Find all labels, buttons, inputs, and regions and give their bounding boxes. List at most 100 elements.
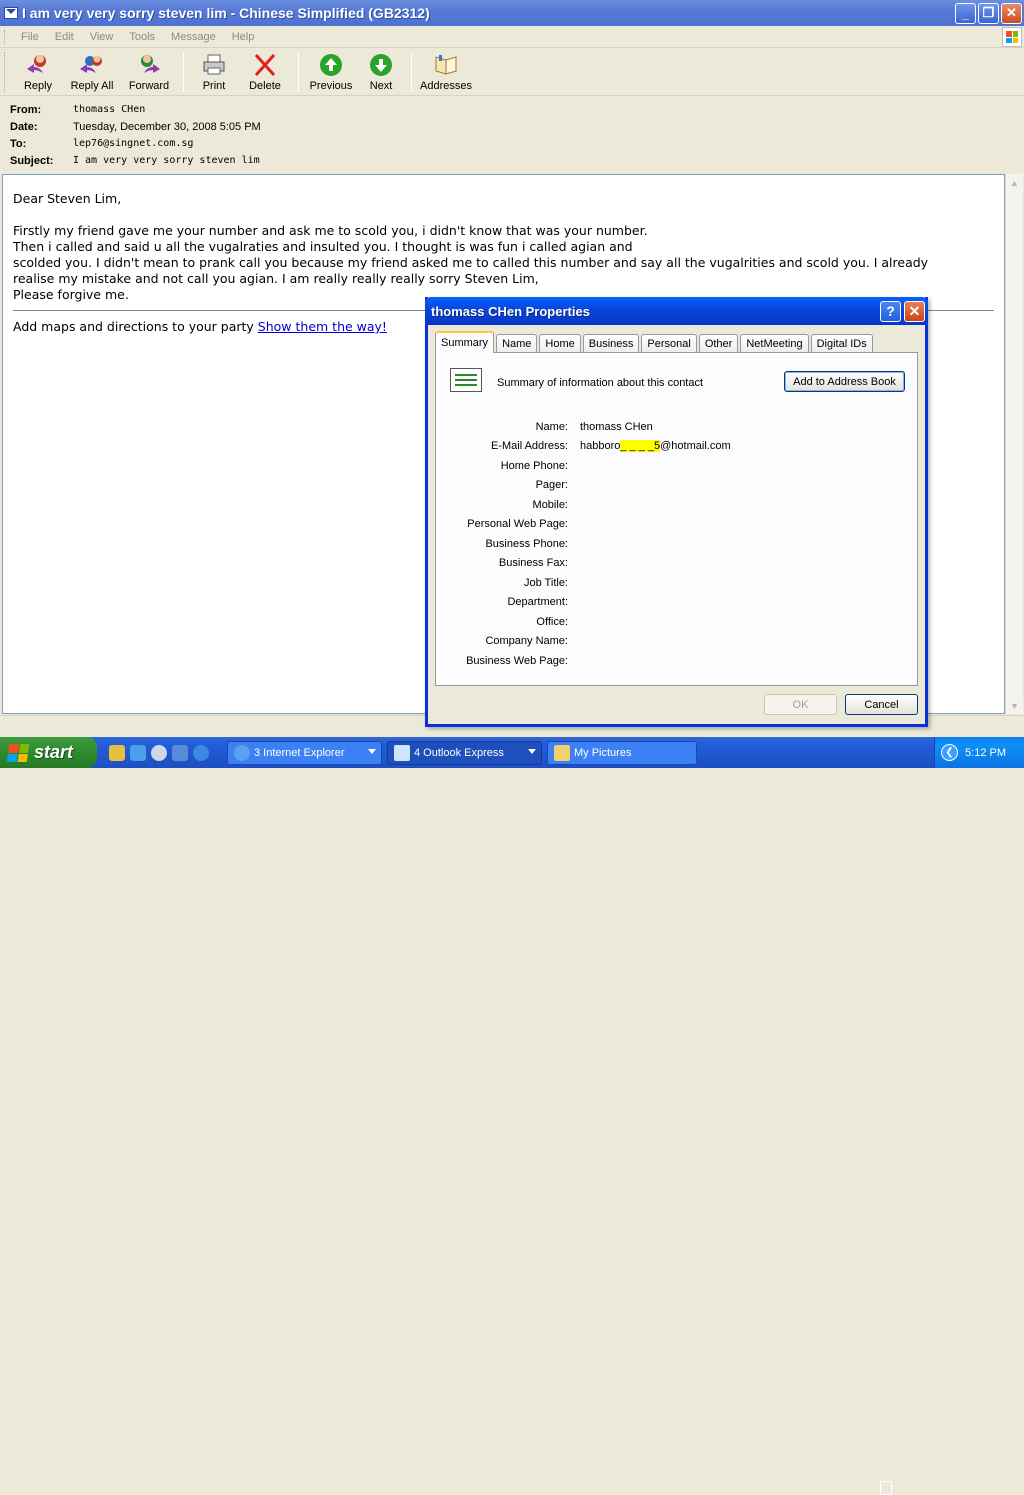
next-button[interactable]: Next — [357, 48, 405, 94]
redacted-highlight: _ _ _ _5 — [620, 440, 661, 453]
from-value[interactable]: thomass CHen — [73, 104, 145, 115]
tab-digital-ids[interactable]: Digital IDs — [810, 334, 873, 353]
subject-row: Subject: I am very very sorry steven lim — [10, 152, 1014, 169]
date-label: Date: — [10, 120, 38, 133]
email-value[interactable]: habboro_ _ _ _5@hotmail.com — [580, 440, 919, 453]
field-label: Home Phone: — [500, 459, 568, 472]
contact-fields: Name: thomass CHen E-Mail Address: habboro… — [436, 417, 919, 671]
forward-label: Forward — [128, 80, 170, 92]
previous-label: Previous — [309, 80, 353, 92]
ok-button[interactable]: OK — [764, 694, 837, 715]
field-row: Department: — [436, 593, 919, 613]
task-label: 4 Outlook Express — [414, 746, 504, 759]
reply-all-label: Reply All — [70, 80, 114, 92]
previous-button[interactable]: Previous — [305, 48, 357, 94]
menu-bar: File Edit View Tools Message Help — [0, 26, 1024, 48]
field-row: Pager: — [436, 476, 919, 496]
menu-grip[interactable] — [4, 29, 7, 44]
quick-launch-firefox-icon[interactable] — [172, 744, 188, 761]
up-arrow-icon — [317, 52, 345, 78]
task-internet-explorer[interactable]: 3 Internet Explorer — [227, 740, 382, 765]
tab-name[interactable]: Name — [496, 334, 538, 353]
down-arrow-icon — [367, 52, 395, 78]
scroll-down-arrow-icon[interactable]: ▼ — [1006, 697, 1023, 714]
to-row: To: lep76@singnet.com.sg — [10, 135, 1014, 152]
summary-description: Summary of information about this contac… — [497, 377, 704, 389]
tab-netmeeting[interactable]: NetMeeting — [740, 334, 809, 353]
to-value[interactable]: lep76@singnet.com.sg — [73, 138, 193, 149]
dialog-title-bar[interactable]: thomass CHen Properties ? ✕ — [425, 297, 928, 325]
close-button[interactable]: ✕ — [1001, 2, 1022, 24]
cancel-button[interactable]: Cancel — [845, 694, 918, 715]
clock[interactable]: 5:12 PM — [965, 747, 1006, 759]
mail-icon — [4, 7, 18, 19]
summary-panel: Summary of information about this contac… — [435, 352, 918, 686]
tab-strip: Summary Name Home Business Personal Othe… — [435, 331, 875, 353]
toolbar-separator-2 — [298, 52, 299, 92]
menu-edit[interactable]: Edit — [47, 31, 82, 43]
tab-other[interactable]: Other — [698, 334, 739, 353]
contact-card-icon — [450, 368, 482, 392]
field-row: Name: thomass CHen — [436, 417, 919, 437]
address-book-icon — [432, 52, 460, 78]
start-button[interactable]: start — [0, 737, 97, 768]
scroll-up-arrow-icon[interactable]: ▲ — [1006, 174, 1023, 191]
help-button[interactable]: ? — [880, 300, 901, 322]
task-outlook-express[interactable]: 4 Outlook Express — [387, 740, 542, 765]
toolbar: Reply Reply All Forward Print Delete Pre… — [0, 48, 1024, 96]
vertical-scrollbar[interactable]: ▲ ▼ — [1005, 174, 1023, 714]
message-header: From: thomass CHen Date: Tuesday, Decemb… — [0, 97, 1024, 169]
contact-properties-dialog: thomass CHen Properties ? ✕ Summary Name… — [425, 297, 928, 727]
dialog-title: thomass CHen Properties — [431, 303, 590, 319]
dialog-close-button[interactable]: ✕ — [904, 300, 925, 322]
tab-business[interactable]: Business — [582, 334, 640, 353]
date-value: Tuesday, December 30, 2008 5:05 PM — [73, 120, 261, 133]
email-prefix: habboro — [580, 440, 621, 453]
reply-all-button[interactable]: Reply All — [63, 48, 121, 94]
task-label: 3 Internet Explorer — [254, 746, 345, 759]
addresses-button[interactable]: Addresses — [418, 48, 474, 94]
task-my-pictures[interactable]: My Pictures — [547, 740, 697, 765]
reply-all-icon — [78, 52, 106, 78]
menu-file[interactable]: File — [13, 31, 47, 43]
quick-launch-messenger-icon[interactable] — [130, 744, 146, 761]
date-row: Date: Tuesday, December 30, 2008 5:05 PM — [10, 118, 1014, 135]
field-label: Department: — [507, 596, 568, 609]
menu-help[interactable]: Help — [224, 31, 263, 43]
network-icon[interactable] — [880, 1481, 892, 1495]
print-label: Print — [202, 80, 226, 92]
tray-expand-icon[interactable]: ❮ — [941, 744, 958, 761]
tab-summary[interactable]: Summary — [435, 331, 495, 353]
menu-tools[interactable]: Tools — [121, 31, 163, 43]
quick-launch — [97, 744, 209, 761]
field-label: Company Name: — [485, 635, 568, 648]
windows-flag-icon — [6, 743, 30, 762]
field-row: Business Phone: — [436, 534, 919, 554]
field-label: Job Title: — [523, 576, 568, 589]
body-line-2: Then i called and said u all the vugalra… — [13, 239, 633, 254]
print-button[interactable]: Print — [190, 48, 238, 94]
tab-home[interactable]: Home — [539, 334, 581, 353]
forward-button[interactable]: Forward — [121, 48, 177, 94]
to-label: To: — [10, 137, 27, 150]
quick-launch-media-icon[interactable] — [151, 744, 167, 761]
toolbar-grip[interactable] — [4, 52, 7, 92]
field-row: Business Fax: — [436, 554, 919, 574]
maximize-button[interactable]: ❐ — [978, 2, 999, 24]
tab-personal[interactable]: Personal — [641, 334, 697, 353]
quick-launch-app-icon[interactable] — [109, 744, 125, 761]
menu-message[interactable]: Message — [163, 31, 224, 43]
title-bar[interactable]: I am very very sorry steven lim - Chines… — [0, 0, 1024, 26]
reply-button[interactable]: Reply — [13, 48, 63, 94]
greeting-text: Dear Steven Lim, — [13, 191, 122, 206]
delete-button[interactable]: Delete — [238, 48, 292, 94]
forward-icon — [135, 52, 163, 78]
from-label: From: — [10, 103, 42, 116]
field-label: Pager: — [535, 479, 568, 492]
menu-view[interactable]: View — [82, 31, 122, 43]
add-to-address-book-button[interactable]: Add to Address Book — [784, 371, 905, 392]
show-them-the-way-link[interactable]: Show them the way! — [258, 319, 387, 334]
minimize-button[interactable]: _ — [955, 2, 976, 24]
field-row: Business Web Page: — [436, 651, 919, 671]
quick-launch-ie-icon[interactable] — [193, 744, 209, 761]
